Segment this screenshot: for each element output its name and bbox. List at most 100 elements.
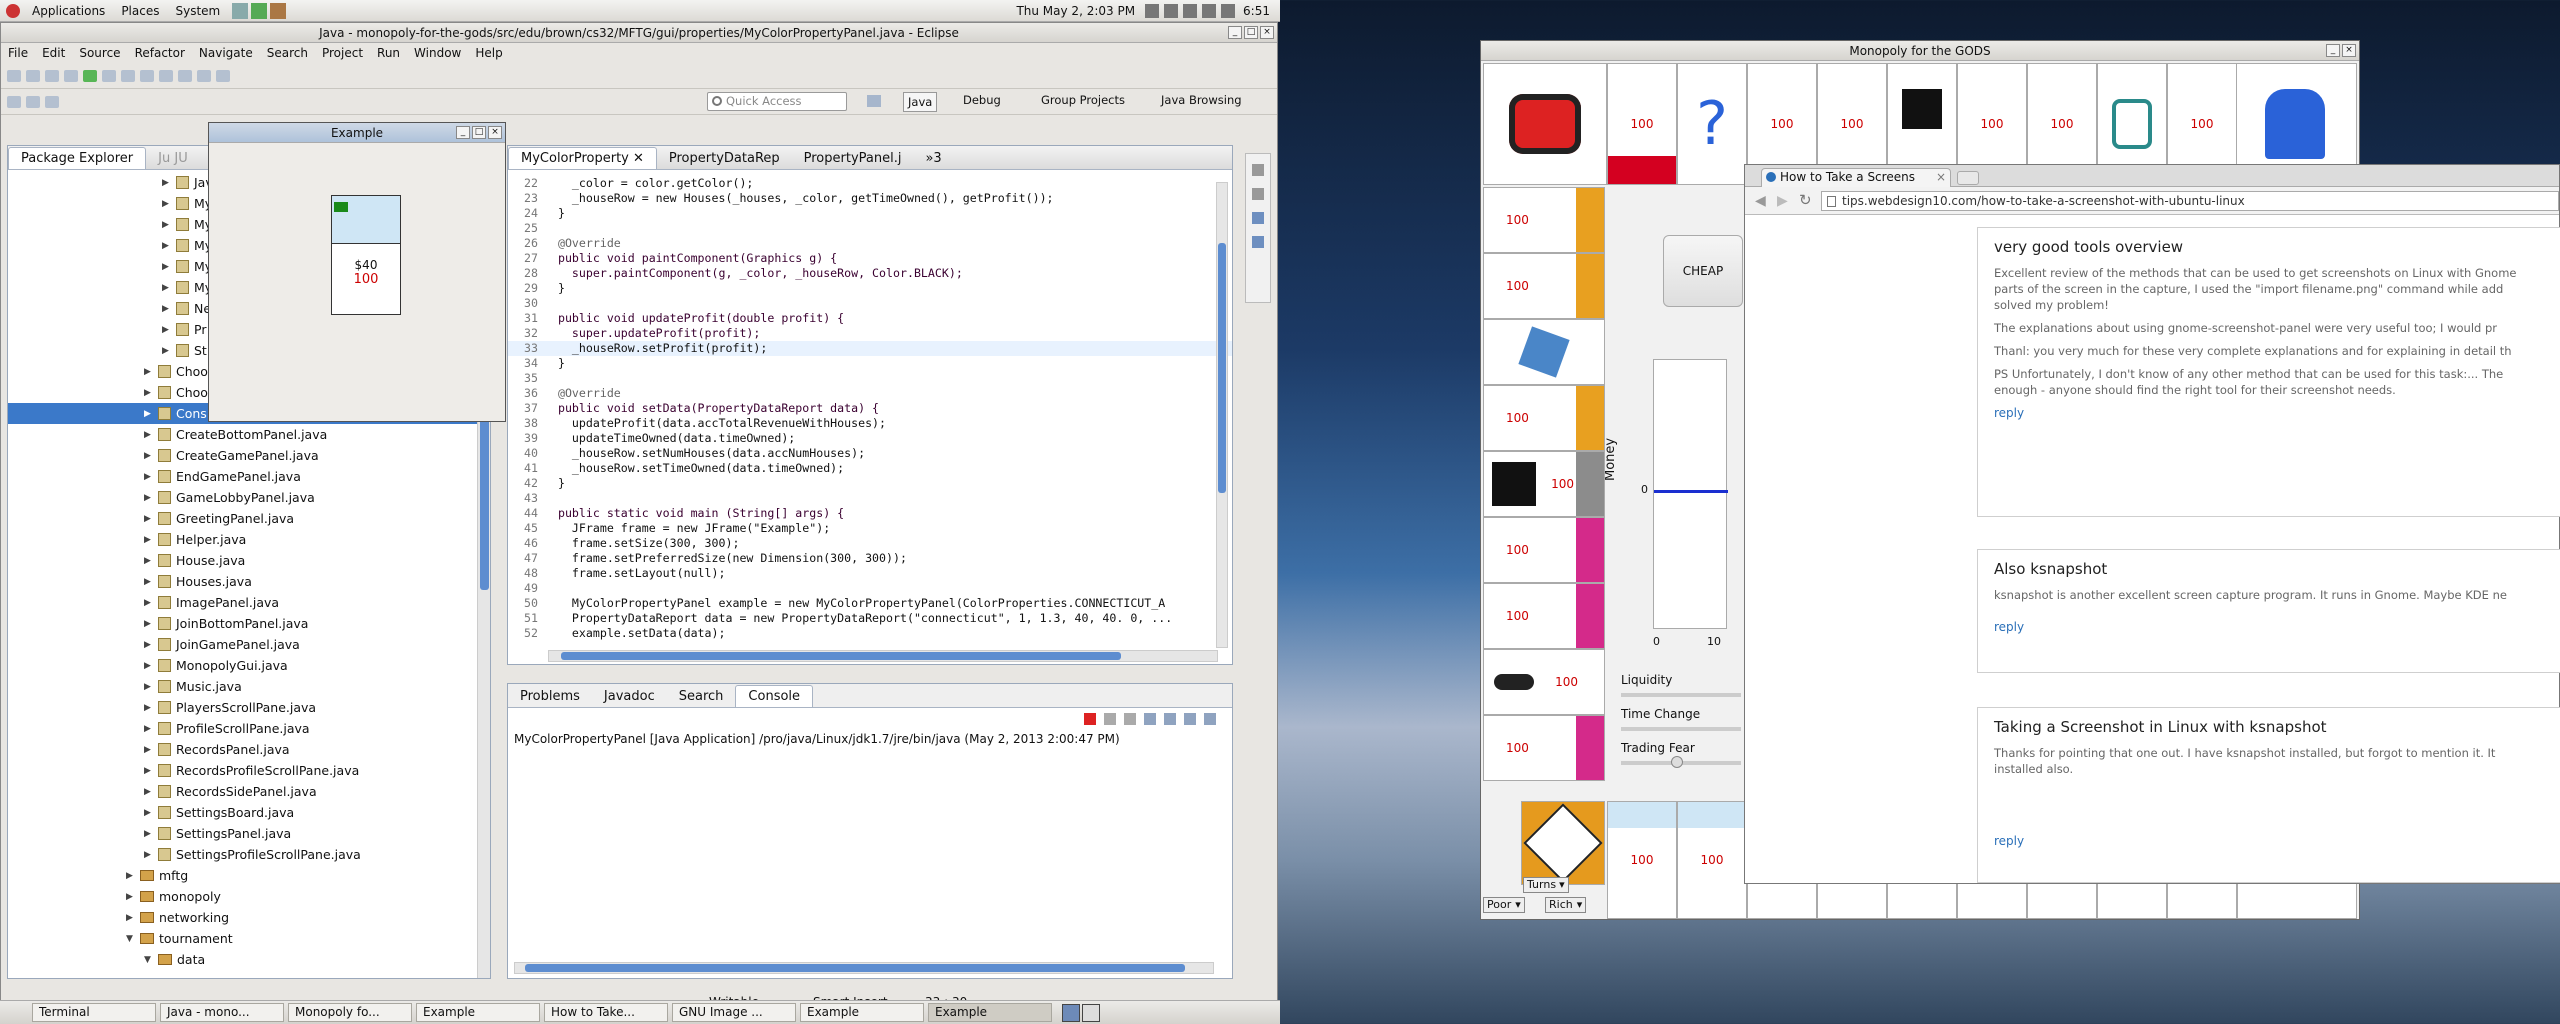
forward-icon[interactable]: ▶ bbox=[1777, 193, 1788, 209]
clock-datetime[interactable]: Thu May 2, 2:03 PM bbox=[1016, 4, 1135, 18]
debug-icon[interactable] bbox=[64, 69, 78, 82]
tree-item[interactable]: ▶ House.java bbox=[8, 550, 490, 571]
editor-vscroll-thumb[interactable] bbox=[1218, 243, 1226, 493]
save-icon[interactable] bbox=[26, 69, 40, 82]
tree-item[interactable]: ▶ ImagePanel.java bbox=[8, 592, 490, 613]
tab-mycolorproperty[interactable]: MyColorProperty ✕ bbox=[508, 147, 657, 169]
tab-javadoc[interactable]: Javadoc bbox=[592, 686, 667, 707]
menu-search[interactable]: Search bbox=[260, 46, 315, 60]
back-icon[interactable]: ◀ bbox=[1755, 193, 1766, 209]
tab-problems[interactable]: Problems bbox=[508, 686, 592, 707]
gnome-foot-icon[interactable] bbox=[6, 3, 20, 18]
tree-item[interactable]: ▶ ProfileScrollPane.java bbox=[8, 718, 490, 739]
minimize-icon[interactable]: _ bbox=[456, 126, 470, 139]
external-tools-icon[interactable] bbox=[102, 69, 116, 82]
scroll-lock-icon[interactable] bbox=[1164, 713, 1176, 725]
menu-source[interactable]: Source bbox=[72, 46, 127, 60]
launcher-icons[interactable] bbox=[232, 2, 287, 19]
tree-item[interactable]: ▶ SettingsPanel.java bbox=[8, 823, 490, 844]
tab-package-explorer[interactable]: Package Explorer bbox=[8, 147, 147, 169]
new-class-icon[interactable] bbox=[121, 69, 135, 82]
rich-dropdown[interactable]: Rich ▾ bbox=[1545, 897, 1587, 913]
tree-package[interactable]: ▼ tournament bbox=[8, 928, 490, 949]
tree-item[interactable]: ▶ Houses.java bbox=[8, 571, 490, 592]
tree-item[interactable]: ▶ PlayersScrollPane.java bbox=[8, 697, 490, 718]
workspace-switcher[interactable] bbox=[1062, 1003, 1100, 1022]
tab-propertypanel[interactable]: PropertyPanel.j bbox=[792, 148, 914, 169]
board-space-left[interactable]: 100 bbox=[1483, 517, 1605, 583]
tree-item[interactable]: ▶ JoinBottomPanel.java bbox=[8, 613, 490, 634]
taskbar-monopoly[interactable]: Monopoly fo... bbox=[288, 1003, 412, 1022]
close-icon[interactable]: × bbox=[1260, 26, 1274, 39]
taskbar-example-active[interactable]: Example bbox=[928, 1003, 1052, 1022]
toggle-mark-icon[interactable] bbox=[178, 69, 192, 82]
menu-edit[interactable]: Edit bbox=[35, 46, 72, 60]
monopoly-titlebar[interactable]: Monopoly for the GODS _ × bbox=[1481, 41, 2359, 61]
board-space-left[interactable]: 100 bbox=[1483, 583, 1605, 649]
eclipse-titlebar[interactable]: Java - monopoly-for-the-gods/src/edu/bro… bbox=[1, 23, 1277, 43]
menu-window[interactable]: Window bbox=[407, 46, 468, 60]
clear-console-icon[interactable] bbox=[1144, 713, 1156, 725]
tree-package[interactable]: ▶ monopoly bbox=[8, 886, 490, 907]
tree-item[interactable]: ▶ SettingsBoard.java bbox=[8, 802, 490, 823]
turns-dropdown[interactable]: Turns ▾ bbox=[1523, 877, 1569, 893]
menu-file[interactable]: File bbox=[1, 46, 35, 60]
tree-item[interactable]: ▶ Helper.java bbox=[8, 529, 490, 550]
new-tab-button[interactable] bbox=[1957, 171, 1979, 185]
board-space-left[interactable]: 100 bbox=[1483, 715, 1605, 781]
minimize-icon[interactable]: _ bbox=[2326, 44, 2340, 57]
menu-refactor[interactable]: Refactor bbox=[128, 46, 192, 60]
new-icon[interactable] bbox=[7, 69, 21, 82]
close-icon[interactable]: × bbox=[2342, 44, 2356, 57]
tree-item[interactable]: ▶ MonopolyGui.java bbox=[8, 655, 490, 676]
tree-item[interactable]: ▶ CreateGamePanel.java bbox=[8, 445, 490, 466]
example-titlebar[interactable]: Example _ □ × bbox=[209, 123, 505, 143]
tree-item[interactable]: ▶ Music.java bbox=[8, 676, 490, 697]
remove-launch-icon[interactable] bbox=[1104, 713, 1116, 725]
board-space-left[interactable]: 100 bbox=[1483, 385, 1605, 451]
slider-thumb[interactable] bbox=[1671, 756, 1683, 768]
reply-link[interactable]: reply bbox=[1994, 406, 2550, 420]
back-icon[interactable] bbox=[7, 95, 21, 108]
perspective-java-browsing[interactable]: Java Browsing bbox=[1161, 93, 1242, 107]
tree-item[interactable]: ▶ EndGamePanel.java bbox=[8, 466, 490, 487]
tab-junit[interactable]: Ju JU bbox=[146, 148, 200, 169]
maximize-icon[interactable]: □ bbox=[1244, 26, 1258, 39]
tab-search[interactable]: Search bbox=[667, 686, 736, 707]
search-icon[interactable] bbox=[159, 69, 173, 82]
tree-package[interactable]: ▼ data bbox=[8, 949, 490, 970]
editor-vscrollbar[interactable] bbox=[1216, 182, 1228, 648]
slider-time-change[interactable]: Time Change bbox=[1621, 707, 1741, 731]
console-hscrollbar[interactable] bbox=[514, 962, 1214, 974]
hierarchy-icon[interactable] bbox=[1252, 212, 1264, 224]
tray-icons[interactable] bbox=[1145, 3, 1236, 18]
next-annotation-icon[interactable] bbox=[197, 69, 211, 82]
taskbar-example[interactable]: Example bbox=[416, 1003, 540, 1022]
board-space-top[interactable]: 100 bbox=[1607, 63, 1677, 185]
tree-scroll-thumb[interactable] bbox=[480, 410, 489, 590]
tree-item[interactable]: ▶ GreetingPanel.java bbox=[8, 508, 490, 529]
perspective-debug[interactable]: Debug bbox=[963, 93, 1001, 107]
quick-access-input[interactable]: Quick Access bbox=[707, 92, 847, 111]
call-hierarchy-icon[interactable] bbox=[1252, 236, 1264, 248]
electric-company-space[interactable]: 100 bbox=[1483, 649, 1605, 715]
menu-applications[interactable]: Applications bbox=[24, 4, 113, 18]
railroad-space[interactable]: 100 bbox=[1483, 451, 1605, 517]
perspective-java[interactable]: Java bbox=[903, 92, 938, 112]
tab-close-icon[interactable]: × bbox=[1936, 169, 1946, 186]
tree-item[interactable]: ▶ JoinGamePanel.java bbox=[8, 634, 490, 655]
editor-hscroll-thumb[interactable] bbox=[561, 652, 1121, 660]
url-bar[interactable]: tips.webdesign10.com/how-to-take-a-scree… bbox=[1821, 191, 2559, 211]
prev-annotation-icon[interactable] bbox=[216, 69, 230, 82]
poor-dropdown[interactable]: Poor ▾ bbox=[1483, 897, 1525, 913]
tree-package[interactable]: ▶ mftg bbox=[8, 865, 490, 886]
menu-places[interactable]: Places bbox=[113, 4, 167, 18]
tree-item[interactable]: ▶ SettingsProfileScrollPane.java bbox=[8, 844, 490, 865]
perspective-group-projects[interactable]: Group Projects bbox=[1041, 93, 1125, 107]
board-space-left[interactable]: 100 bbox=[1483, 187, 1605, 253]
taskbar-example[interactable]: Example bbox=[800, 1003, 924, 1022]
tree-item[interactable]: ▶ CreateBottomPanel.java bbox=[8, 424, 490, 445]
editor-hscrollbar[interactable] bbox=[548, 650, 1218, 662]
console-output[interactable] bbox=[514, 756, 1214, 946]
print-icon[interactable] bbox=[45, 69, 59, 82]
